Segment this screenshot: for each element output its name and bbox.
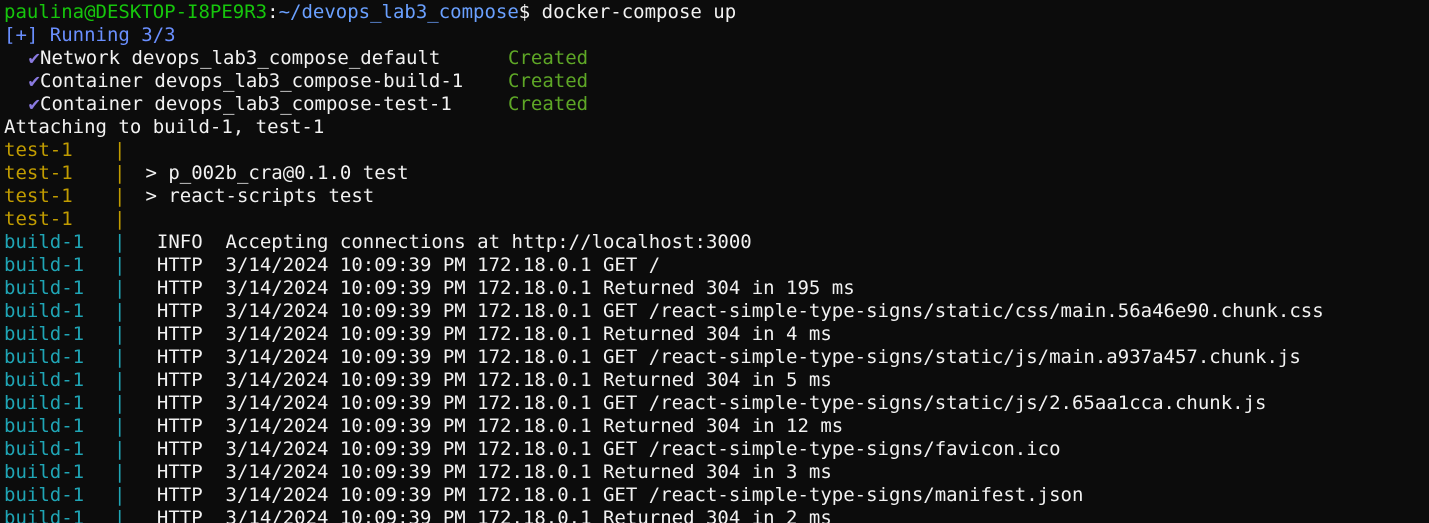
log-pipe-separator: | xyxy=(114,438,126,460)
log-pipe-separator: | xyxy=(114,484,126,506)
log-line: build-1 | HTTP 3/14/2024 10:09:39 PM 172.… xyxy=(4,346,1324,369)
log-line: build-1 | HTTP 3/14/2024 10:09:39 PM 172.… xyxy=(4,484,1324,507)
log-message: > react-scripts test xyxy=(134,185,375,207)
log-line: test-1 | > react-scripts test xyxy=(4,185,1324,208)
prompt-path: ~/devops_lab3_compose xyxy=(278,1,519,23)
log-pipe-separator: | xyxy=(114,139,126,161)
log-line: build-1 | HTTP 3/14/2024 10:09:39 PM 172.… xyxy=(4,415,1324,438)
log-message: HTTP 3/14/2024 10:09:39 PM 172.18.0.1 Re… xyxy=(134,277,855,299)
log-service-name: build-1 xyxy=(4,507,85,523)
log-service-name: test-1 xyxy=(4,208,73,230)
resource-status: Created xyxy=(508,47,589,69)
log-service-name: build-1 xyxy=(4,277,85,299)
log-lines: test-1 | test-1 | > p_002b_cra@0.1.0 test te… xyxy=(4,139,1324,523)
prompt-command: docker-compose up xyxy=(541,1,737,23)
log-service-name: build-1 xyxy=(4,461,85,483)
log-message: HTTP 3/14/2024 10:09:39 PM 172.18.0.1 Re… xyxy=(134,323,832,345)
log-message: HTTP 3/14/2024 10:09:39 PM 172.18.0.1 GE… xyxy=(134,392,1267,414)
log-pipe-separator: | xyxy=(114,185,126,207)
resource-name: Container devops_lab3_compose-test-1 xyxy=(40,93,452,115)
log-pipe-separator: | xyxy=(114,208,126,230)
log-line: build-1 | HTTP 3/14/2024 10:09:39 PM 172.… xyxy=(4,254,1324,277)
log-line: test-1 | > p_002b_cra@0.1.0 test xyxy=(4,162,1324,185)
log-line: build-1 | HTTP 3/14/2024 10:09:39 PM 172.… xyxy=(4,461,1324,484)
prompt-separator: : xyxy=(267,1,279,23)
log-pipe-separator: | xyxy=(114,231,126,253)
log-line: build-1 | HTTP 3/14/2024 10:09:39 PM 172.… xyxy=(4,392,1324,415)
log-service-name: build-1 xyxy=(4,484,85,506)
log-message: HTTP 3/14/2024 10:09:39 PM 172.18.0.1 GE… xyxy=(134,254,661,276)
resource-line: ✔Container devops_lab3_compose-test-1 Cre… xyxy=(4,93,1324,116)
log-message: HTTP 3/14/2024 10:09:39 PM 172.18.0.1 GE… xyxy=(134,346,1301,368)
attaching-line: Attaching to build-1, test-1 xyxy=(4,116,325,138)
check-icon: ✔ xyxy=(28,93,40,115)
log-line: test-1 | xyxy=(4,208,1324,231)
resource-line: ✔Container devops_lab3_compose-build-1 Cr… xyxy=(4,70,1324,93)
prompt-line: paulina@DESKTOP-I8PE9R3:~/devops_lab3_co… xyxy=(4,1,1324,24)
log-line: test-1 | xyxy=(4,139,1324,162)
log-service-name: build-1 xyxy=(4,300,85,322)
log-pipe-separator: | xyxy=(114,346,126,368)
log-service-name: build-1 xyxy=(4,231,85,253)
resource-status: Created xyxy=(508,93,589,115)
log-message: HTTP 3/14/2024 10:09:39 PM 172.18.0.1 GE… xyxy=(134,300,1324,322)
log-message: HTTP 3/14/2024 10:09:39 PM 172.18.0.1 Re… xyxy=(134,507,832,523)
log-pipe-separator: | xyxy=(114,392,126,414)
log-line: build-1 | HTTP 3/14/2024 10:09:39 PM 172.… xyxy=(4,438,1324,461)
log-message: INFO Accepting connections at http://loc… xyxy=(134,231,752,253)
log-pipe-separator: | xyxy=(114,254,126,276)
log-message: HTTP 3/14/2024 10:09:39 PM 172.18.0.1 GE… xyxy=(134,438,1061,460)
log-message: HTTP 3/14/2024 10:09:39 PM 172.18.0.1 Re… xyxy=(134,415,844,437)
terminal-window[interactable]: paulina@DESKTOP-I8PE9R3:~/devops_lab3_co… xyxy=(0,0,1429,523)
log-line: build-1 | HTTP 3/14/2024 10:09:39 PM 172.… xyxy=(4,300,1324,323)
log-pipe-separator: | xyxy=(114,277,126,299)
resource-name: Network devops_lab3_compose_default xyxy=(40,47,441,69)
log-service-name: test-1 xyxy=(4,139,73,161)
log-message: > p_002b_cra@0.1.0 test xyxy=(134,162,409,184)
log-service-name: build-1 xyxy=(4,254,85,276)
log-message: HTTP 3/14/2024 10:09:39 PM 172.18.0.1 GE… xyxy=(134,484,1084,506)
log-line: build-1 | HTTP 3/14/2024 10:09:39 PM 172.… xyxy=(4,323,1324,346)
log-pipe-separator: | xyxy=(114,507,126,523)
log-service-name: test-1 xyxy=(4,162,73,184)
log-line: build-1 | INFO Accepting connections at h… xyxy=(4,231,1324,254)
log-line: build-1 | HTTP 3/14/2024 10:09:39 PM 172.… xyxy=(4,277,1324,300)
log-service-name: build-1 xyxy=(4,323,85,345)
log-pipe-separator: | xyxy=(114,162,126,184)
check-icon: ✔ xyxy=(28,47,40,69)
resource-name: Container devops_lab3_compose-build-1 xyxy=(40,70,464,92)
log-service-name: test-1 xyxy=(4,185,73,207)
running-status: [+] Running 3/3 xyxy=(4,24,176,46)
log-message: HTTP 3/14/2024 10:09:39 PM 172.18.0.1 Re… xyxy=(134,369,832,391)
log-service-name: build-1 xyxy=(4,415,85,437)
log-pipe-separator: | xyxy=(114,323,126,345)
log-message: HTTP 3/14/2024 10:09:39 PM 172.18.0.1 Re… xyxy=(134,461,832,483)
log-pipe-separator: | xyxy=(114,461,126,483)
log-service-name: build-1 xyxy=(4,392,85,414)
prompt-user-host: paulina@DESKTOP-I8PE9R3 xyxy=(4,1,268,23)
resource-line: ✔Network devops_lab3_compose_default Crea… xyxy=(4,47,1324,70)
log-service-name: build-1 xyxy=(4,346,85,368)
prompt-symbol: $ xyxy=(518,1,542,23)
log-pipe-separator: | xyxy=(114,300,126,322)
check-icon: ✔ xyxy=(28,70,40,92)
log-service-name: build-1 xyxy=(4,438,85,460)
log-service-name: build-1 xyxy=(4,369,85,391)
terminal-output: paulina@DESKTOP-I8PE9R3:~/devops_lab3_co… xyxy=(4,1,1324,523)
log-line: build-1 | HTTP 3/14/2024 10:09:39 PM 172.… xyxy=(4,507,1324,523)
resource-status: Created xyxy=(508,70,589,92)
log-line: build-1 | HTTP 3/14/2024 10:09:39 PM 172.… xyxy=(4,369,1324,392)
log-pipe-separator: | xyxy=(114,369,126,391)
log-pipe-separator: | xyxy=(114,415,126,437)
